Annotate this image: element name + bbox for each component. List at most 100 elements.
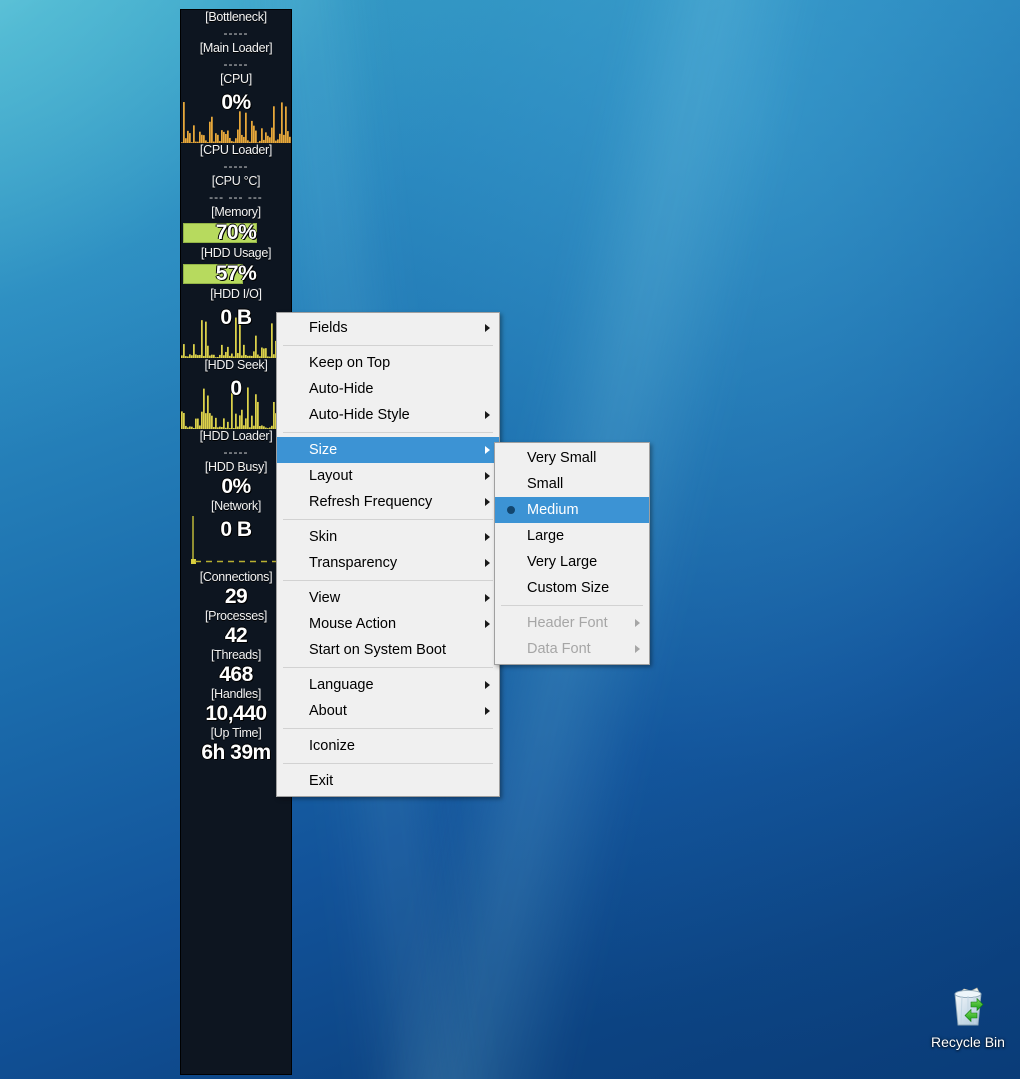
menu-item-label: Auto-Hide (309, 381, 373, 397)
menu-item-label: Skin (309, 529, 337, 545)
gadget-field-header-threads: [Threads] (181, 648, 291, 663)
gadget-field-hdd-loader[interactable]: [HDD Loader]----- (181, 429, 291, 460)
gadget-field-hdd-usage[interactable]: [HDD Usage]57% (181, 246, 291, 287)
menu-item-label: About (309, 703, 347, 719)
menu-separator (283, 519, 493, 520)
menu-item-label: Data Font (527, 641, 591, 657)
gadget-field-header-uptime: [Up Time] (181, 726, 291, 741)
gadget-graph-hdd-io: 0 B (181, 302, 291, 358)
menu-item-label: Very Large (527, 554, 597, 570)
gadget-field-header-connections: [Connections] (181, 570, 291, 585)
menu-item-label: Custom Size (527, 580, 609, 596)
recycle-bin-label: Recycle Bin (918, 1034, 1018, 1050)
gadget-field-threads[interactable]: [Threads]468 (181, 648, 291, 687)
gadget-field-hdd-busy[interactable]: [HDD Busy]0% (181, 460, 291, 499)
gadget-field-value-hdd-seek: 0 (181, 377, 291, 401)
menu-item-exit[interactable]: Exit (277, 768, 499, 794)
menu-item-label: Auto-Hide Style (309, 407, 410, 423)
desktop[interactable]: [Bottleneck]-----[Main Loader]-----[CPU]… (0, 0, 1020, 1079)
gadget-field-header-cpu: [CPU] (181, 72, 291, 87)
gadget-field-uptime[interactable]: [Up Time]6h 39m (181, 726, 291, 765)
gadget-field-header-memory: [Memory] (181, 205, 291, 220)
submenu-arrow-icon (635, 619, 640, 627)
menu-separator (283, 580, 493, 581)
gadget-field-value-processes: 42 (181, 624, 291, 648)
menu-item-auto-hide[interactable]: Auto-Hide (277, 376, 499, 402)
submenu-arrow-icon (485, 324, 490, 332)
gadget-field-hdd-seek[interactable]: [HDD Seek] 0 (181, 358, 291, 429)
menu-separator (283, 728, 493, 729)
submenu-arrow-icon (485, 620, 490, 628)
menu-item-auto-hide-style[interactable]: Auto-Hide Style (277, 402, 499, 428)
gadget-field-main-loader[interactable]: [Main Loader]----- (181, 41, 291, 72)
gadget-field-header-hdd-usage: [HDD Usage] (181, 246, 291, 261)
menu-item-transparency[interactable]: Transparency (277, 550, 499, 576)
menu-item-label: Layout (309, 468, 353, 484)
gadget-field-handles[interactable]: [Handles]10,440 (181, 687, 291, 726)
gadget-field-connections[interactable]: [Connections]29 (181, 570, 291, 609)
context-menu[interactable]: Fields Keep on Top Auto-Hide Auto-Hide Styl… (276, 312, 500, 797)
gadget-field-cpu-loader[interactable]: [CPU Loader]----- (181, 143, 291, 174)
menu-item-label: Language (309, 677, 374, 693)
menu-item-label: Large (527, 528, 564, 544)
gadget-field-header-network: [Network] (181, 499, 291, 514)
menu-item-language[interactable]: Language (277, 672, 499, 698)
gadget-field-hdd-io[interactable]: [HDD I/O]0 B (181, 287, 291, 358)
menu-item-label: Very Small (527, 450, 596, 466)
menu-separator (283, 667, 493, 668)
gadget-field-value-threads: 468 (181, 663, 291, 687)
desktop-icon-recycle-bin[interactable]: Recycle Bin (918, 982, 1018, 1050)
menu-item-data-font: Data Font (495, 636, 649, 662)
menu-item-size[interactable]: Size (277, 437, 499, 463)
menu-item-label: Medium (527, 502, 579, 518)
menu-item-fields[interactable]: Fields (277, 315, 499, 341)
menu-item-large[interactable]: Large (495, 523, 649, 549)
gadget-field-value-main-loader: ----- (181, 56, 291, 72)
menu-separator (283, 432, 493, 433)
gadget-field-value-hdd-loader: ----- (181, 444, 291, 460)
menu-item-about[interactable]: About (277, 698, 499, 724)
gadget-field-value-network: 0 B (181, 518, 291, 542)
gadget-field-cpu-temp[interactable]: [CPU °C]--- --- --- (181, 174, 291, 205)
menu-item-label: Size (309, 442, 337, 458)
gadget-field-value-cpu-loader: ----- (181, 158, 291, 174)
gadget-field-header-hdd-io: [HDD I/O] (181, 287, 291, 302)
menu-item-medium[interactable]: Medium (495, 497, 649, 523)
menu-item-skin[interactable]: Skin (277, 524, 499, 550)
menu-item-custom-size[interactable]: Custom Size (495, 575, 649, 601)
menu-item-very-small[interactable]: Very Small (495, 445, 649, 471)
menu-item-keep-on-top[interactable]: Keep on Top (277, 350, 499, 376)
gadget-field-header-cpu-temp: [CPU °C] (181, 174, 291, 189)
menu-separator (501, 605, 643, 606)
submenu-arrow-icon (485, 446, 490, 454)
menu-item-refresh-frequency[interactable]: Refresh Frequency (277, 489, 499, 515)
menu-item-label: Mouse Action (309, 616, 396, 632)
recycle-bin-icon (944, 982, 992, 1030)
menu-item-very-large[interactable]: Very Large (495, 549, 649, 575)
menu-item-iconize[interactable]: Iconize (277, 733, 499, 759)
menu-item-start-on-system-boot[interactable]: Start on System Boot (277, 637, 499, 663)
gadget-field-memory[interactable]: [Memory]70% (181, 205, 291, 246)
gadget-field-processes[interactable]: [Processes]42 (181, 609, 291, 648)
menu-item-label: Exit (309, 773, 333, 789)
gadget-field-header-handles: [Handles] (181, 687, 291, 702)
gadget-field-header-hdd-busy: [HDD Busy] (181, 460, 291, 475)
submenu-arrow-icon (485, 559, 490, 567)
gadget-field-header-hdd-seek: [HDD Seek] (181, 358, 291, 373)
gadget-field-header-cpu-loader: [CPU Loader] (181, 143, 291, 158)
gadget-field-network[interactable]: [Network] 0 B (181, 499, 291, 570)
radio-selected-icon (507, 506, 515, 514)
gadget-bar-hdd-usage: 57% (181, 261, 291, 287)
gadget-field-value-handles: 10,440 (181, 702, 291, 726)
menu-item-layout[interactable]: Layout (277, 463, 499, 489)
gadget-field-cpu[interactable]: [CPU]0% (181, 72, 291, 143)
submenu-arrow-icon (485, 533, 490, 541)
menu-separator (283, 763, 493, 764)
gadget-field-value-memory: 70% (181, 220, 291, 246)
menu-item-mouse-action[interactable]: Mouse Action (277, 611, 499, 637)
menu-item-label: Keep on Top (309, 355, 390, 371)
gadget-field-bottleneck[interactable]: [Bottleneck]----- (181, 10, 291, 41)
size-submenu[interactable]: Very Small Small Medium Large Very Large Cust… (494, 442, 650, 665)
menu-item-view[interactable]: View (277, 585, 499, 611)
menu-item-small[interactable]: Small (495, 471, 649, 497)
